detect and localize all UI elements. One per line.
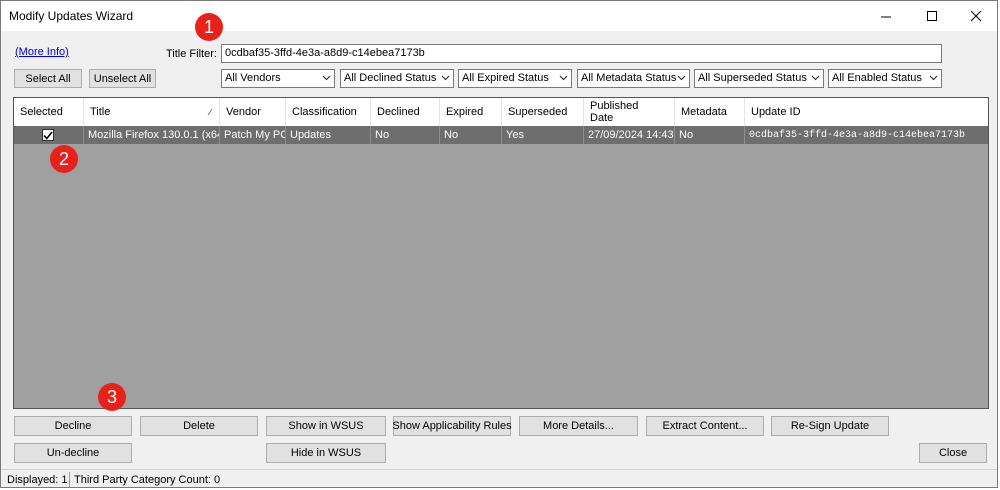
- chevron-down-icon: [322, 75, 331, 81]
- more-details-button[interactable]: More Details...: [519, 416, 638, 436]
- row-title: Mozilla Firefox 130.0.1 (x64...: [84, 126, 220, 144]
- maximize-button[interactable]: [909, 1, 955, 31]
- col-update-id[interactable]: Update ID: [745, 98, 988, 126]
- metadata-filter-value: All Metadata Status: [581, 72, 677, 84]
- callout-badge-1: 1: [195, 13, 223, 41]
- show-applicability-rules-button[interactable]: Show Applicability Rules: [392, 416, 512, 436]
- select-all-button[interactable]: Select All: [14, 69, 82, 88]
- table-row[interactable]: Mozilla Firefox 130.0.1 (x64... Patch My…: [14, 126, 988, 144]
- chevron-down-icon: [929, 75, 938, 81]
- superseded-filter-dropdown[interactable]: All Superseded Status: [694, 69, 824, 88]
- grid-header: Selected Title Vendor Classification Dec…: [14, 98, 988, 127]
- minimize-button[interactable]: [863, 1, 909, 31]
- row-update-id: 0cdbaf35-3ffd-4e3a-a8d9-c14ebea7173b: [745, 126, 988, 144]
- declined-filter-value: All Declined Status: [344, 72, 437, 84]
- checkmark-icon: [43, 131, 53, 140]
- col-classification[interactable]: Classification: [286, 98, 371, 126]
- row-checkbox[interactable]: [42, 129, 54, 141]
- extract-content-button[interactable]: Extract Content...: [646, 416, 764, 436]
- row-vendor: Patch My PC: [220, 126, 286, 144]
- show-in-wsus-button[interactable]: Show in WSUS: [266, 416, 386, 436]
- expired-filter-value: All Expired Status: [462, 72, 549, 84]
- sort-icon: [207, 108, 213, 116]
- row-expired: No: [440, 126, 502, 144]
- unselect-all-button[interactable]: Unselect All: [89, 69, 156, 88]
- col-selected[interactable]: Selected: [14, 98, 84, 126]
- chevron-down-icon: [811, 75, 820, 81]
- metadata-filter-dropdown[interactable]: All Metadata Status: [577, 69, 690, 88]
- superseded-filter-value: All Superseded Status: [698, 72, 807, 84]
- vendor-filter-dropdown[interactable]: All Vendors: [221, 69, 335, 88]
- window-title: Modify Updates Wizard: [9, 9, 134, 23]
- col-metadata[interactable]: Metadata: [675, 98, 745, 126]
- title-bar: Modify Updates Wizard: [1, 1, 997, 31]
- more-info-link[interactable]: (More Info): [15, 46, 69, 58]
- minimize-icon: [880, 16, 891, 17]
- col-expired[interactable]: Expired: [440, 98, 502, 126]
- col-title-label: Title: [90, 106, 111, 118]
- row-selected-cell[interactable]: [14, 126, 84, 144]
- title-filter-label: Title Filter:: [166, 48, 217, 60]
- col-vendor[interactable]: Vendor: [220, 98, 286, 126]
- row-classification: Updates: [286, 126, 371, 144]
- close-button[interactable]: Close: [919, 443, 987, 463]
- status-separator: [69, 472, 70, 487]
- col-published-date[interactable]: Published Date: [584, 98, 675, 126]
- col-superseded[interactable]: Superseded: [502, 98, 584, 126]
- chevron-down-icon: [677, 75, 686, 81]
- category-count: Third Party Category Count: 0: [74, 474, 221, 486]
- declined-filter-dropdown[interactable]: All Declined Status: [340, 69, 454, 88]
- col-title[interactable]: Title: [84, 98, 220, 126]
- col-published-label: Published: [590, 100, 639, 112]
- row-metadata: No: [675, 126, 745, 144]
- displayed-count: Displayed: 1: [7, 474, 68, 486]
- re-sign-update-button[interactable]: Re-Sign Update: [771, 416, 889, 436]
- status-bar: Displayed: 1 Third Party Category Count:…: [1, 469, 997, 487]
- maximize-icon: [926, 10, 937, 21]
- col-declined[interactable]: Declined: [371, 98, 440, 126]
- enabled-filter-value: All Enabled Status: [832, 72, 922, 84]
- hide-in-wsus-button[interactable]: Hide in WSUS: [266, 443, 386, 463]
- close-icon: [970, 10, 981, 21]
- close-window-button[interactable]: [953, 1, 997, 31]
- row-published-date: 27/09/2024 14:43: [584, 126, 675, 144]
- expired-filter-dropdown[interactable]: All Expired Status: [458, 69, 572, 88]
- decline-button[interactable]: Decline: [14, 416, 132, 436]
- vendor-filter-value: All Vendors: [225, 72, 281, 84]
- col-date-label: Date: [590, 112, 614, 124]
- callout-badge-2: 2: [50, 145, 78, 173]
- chevron-down-icon: [441, 75, 450, 81]
- title-filter-input[interactable]: 0cdbaf35-3ffd-4e3a-a8d9-c14ebea7173b: [221, 44, 942, 63]
- enabled-filter-dropdown[interactable]: All Enabled Status: [828, 69, 942, 88]
- chevron-down-icon: [559, 75, 568, 81]
- un-decline-button[interactable]: Un-decline: [14, 443, 132, 463]
- row-superseded: Yes: [502, 126, 584, 144]
- callout-badge-3: 3: [98, 383, 126, 411]
- delete-button[interactable]: Delete: [140, 416, 258, 436]
- modify-updates-window: Modify Updates Wizard (More Info) Title …: [0, 0, 998, 488]
- row-declined: No: [371, 126, 440, 144]
- updates-grid[interactable]: Selected Title Vendor Classification Dec…: [13, 97, 989, 409]
